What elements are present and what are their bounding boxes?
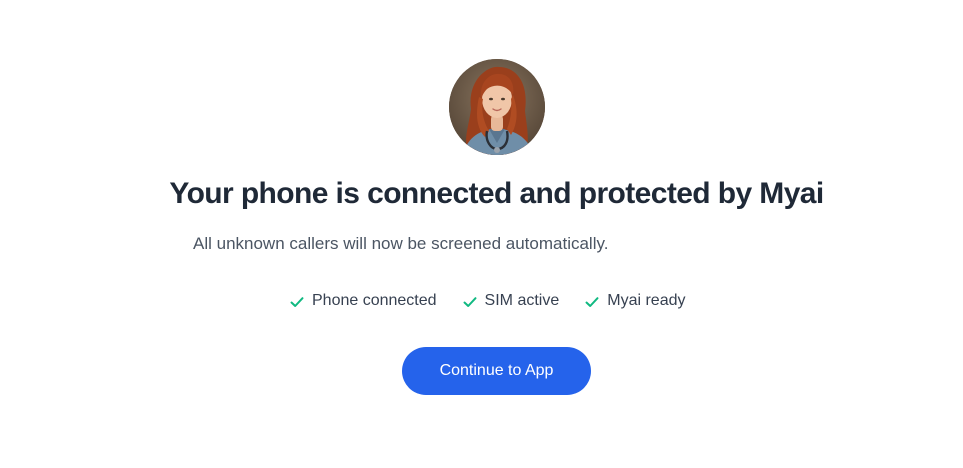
onboarding-success-page: Your phone is connected and protected by… xyxy=(0,0,963,468)
avatar-portrait-image xyxy=(449,59,545,155)
page-title: Your phone is connected and protected by… xyxy=(169,177,824,210)
status-checklist: Phone connected SIM active Myai ready xyxy=(289,290,685,312)
page-subtitle: All unknown callers will now be screened… xyxy=(193,234,609,253)
check-icon xyxy=(290,297,304,307)
check-icon xyxy=(585,297,599,307)
assistant-avatar xyxy=(449,59,545,155)
status-item-phone-connected: Phone connected xyxy=(289,290,437,312)
check-icon xyxy=(463,297,477,307)
status-item-label: Myai ready xyxy=(607,292,686,309)
continue-to-app-button[interactable]: Continue to App xyxy=(402,347,591,395)
status-item-label: SIM active xyxy=(484,292,560,309)
status-item-myai-ready: Myai ready xyxy=(584,290,685,312)
status-item-label: Phone connected xyxy=(312,292,437,309)
status-item-sim-active: SIM active xyxy=(462,290,560,312)
